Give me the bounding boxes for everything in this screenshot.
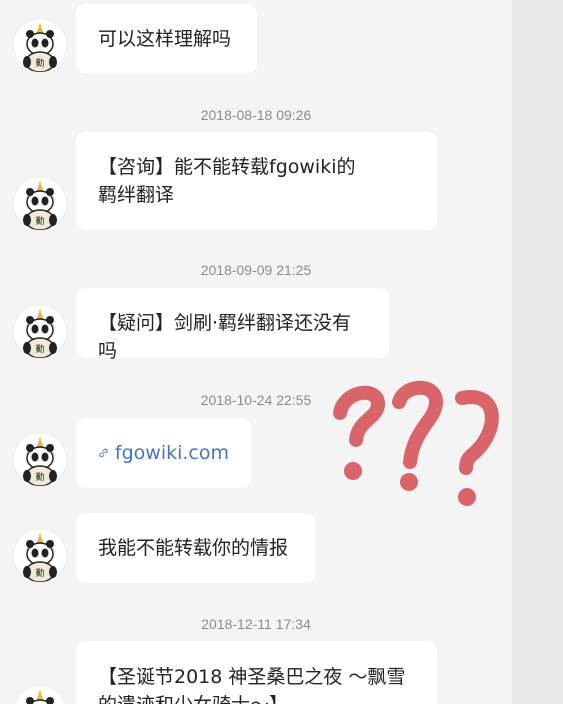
message-text-line: 羁绊翻译 — [98, 184, 175, 206]
panda-avatar-icon: 勤 — [23, 180, 57, 230]
avatar-label: 勤 — [35, 215, 44, 227]
message-bubble[interactable]: 【咨询】能不能转载fgowiki的 羁绊翻译 — [76, 132, 437, 230]
message-text-line: 【圣诞节2018 神圣桑巴之夜 ～飘雪 — [98, 666, 406, 688]
message-bubble[interactable]: 我能不能转载你的情报 — [76, 513, 315, 583]
message-text-line: 【咨询】能不能转载fgowiki的 — [98, 156, 356, 178]
sender-avatar[interactable]: 勤 — [13, 304, 67, 358]
panda-avatar-icon: 勤 — [23, 308, 57, 358]
panda-avatar-icon — [26, 689, 54, 704]
panda-avatar-icon: 勤 — [23, 22, 57, 72]
avatar-label: 勤 — [35, 567, 44, 579]
message-text: 可以这样理解吗 — [98, 28, 232, 50]
panda-avatar-icon: 勤 — [23, 436, 57, 486]
message-timestamp: 2018-08-18 09:26 — [200, 107, 312, 123]
sender-avatar[interactable]: 勤 — [13, 432, 67, 486]
message-timestamp: 2018-12-11 17:34 — [201, 616, 311, 632]
fgowiki-link[interactable]: fgowiki.com — [98, 439, 229, 467]
message-bubble[interactable]: fgowiki.com — [76, 418, 251, 488]
avatar-label: 勤 — [35, 57, 44, 69]
avatar-label: 勤 — [35, 343, 44, 355]
scrollbar-track[interactable] — [512, 0, 563, 704]
message-text-line: 的遗迹和少女骑士～】 — [98, 691, 415, 704]
sender-avatar[interactable]: 勤 — [13, 176, 67, 230]
message-timestamp: 2018-09-09 21:25 — [200, 262, 312, 278]
message-bubble[interactable]: 可以这样理解吗 — [76, 4, 257, 73]
link-text[interactable]: fgowiki.com — [115, 439, 229, 467]
panda-avatar-icon: 勤 — [23, 532, 57, 582]
sender-avatar[interactable]: 勤 — [13, 528, 67, 582]
sender-avatar[interactable] — [13, 685, 67, 704]
sender-avatar[interactable]: 勤 — [13, 18, 67, 72]
message-bubble[interactable]: 【圣诞节2018 神圣桑巴之夜 ～飘雪 的遗迹和少女骑士～】 — [76, 641, 437, 704]
link-icon — [99, 448, 108, 458]
message-bubble[interactable]: 【疑问】剑刷·羁绊翻译还没有吗 — [76, 288, 389, 362]
chat-message-list[interactable]: 勤 可以这样理解吗 2018-08-18 09:26 勤 【咨询】能不能转载fg… — [0, 0, 512, 704]
message-text: 我能不能转载你的情报 — [98, 537, 289, 559]
avatar-label: 勤 — [35, 471, 44, 483]
message-timestamp: 2018-10-24 22:55 — [200, 392, 312, 408]
message-text: 【疑问】剑刷·羁绊翻译还没有吗 — [98, 312, 352, 362]
